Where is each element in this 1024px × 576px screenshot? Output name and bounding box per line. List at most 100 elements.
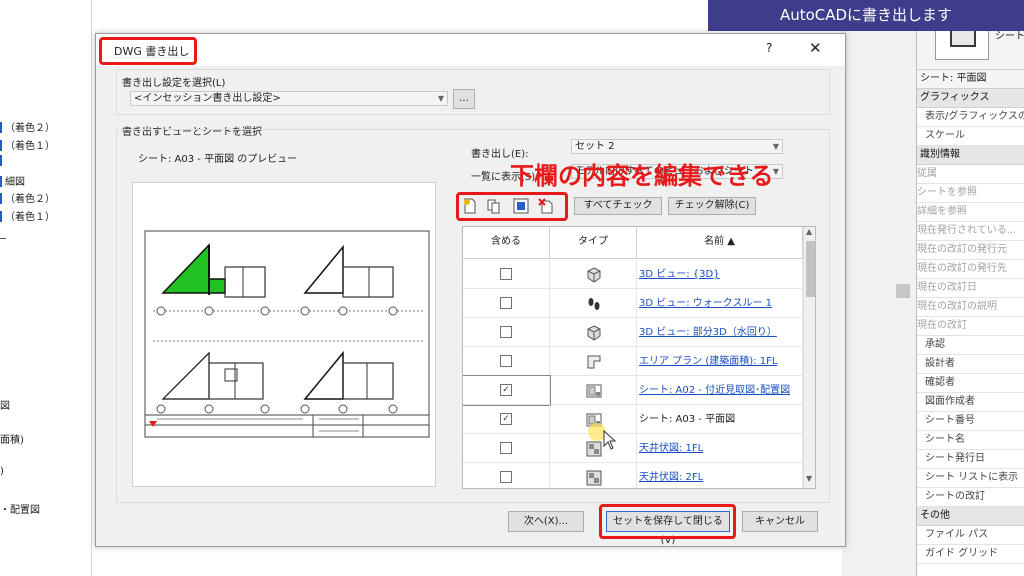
tree-connector <box>0 238 6 239</box>
column-type[interactable]: タイプ <box>550 227 637 259</box>
browser-item[interactable]: 図 <box>0 397 10 412</box>
property-row[interactable]: シート発行日 <box>917 450 1024 469</box>
column-name[interactable]: 名前 ▲ <box>637 227 803 259</box>
checkbox[interactable] <box>500 471 512 483</box>
property-row[interactable]: 詳細を参照 <box>917 203 1024 222</box>
include-cell <box>463 289 550 318</box>
view-name-cell[interactable]: 3D ビュー: ウォークスルー 1 <box>637 289 803 318</box>
property-group-header[interactable]: グラフィックス <box>917 89 1024 108</box>
browser-item[interactable]: 面積) <box>0 431 24 446</box>
property-row[interactable]: 現在の改訂の発行先 <box>917 260 1024 279</box>
property-group-header[interactable]: 識別情報 <box>917 146 1024 165</box>
checkbox[interactable] <box>500 297 512 309</box>
browser-item[interactable]: ・配置図 <box>0 501 40 516</box>
browser-item-label: 細図 <box>5 177 25 188</box>
browser-item-label: ) <box>0 466 4 477</box>
properties-panel: シート シート: 平面図 グラフィックス表示/グラフィックスの...スケール識別… <box>916 0 1024 576</box>
check-all-button[interactable]: すべてチェック <box>574 197 662 215</box>
table-row[interactable]: ✓ シート: A03 - 平面図 <box>463 405 803 434</box>
property-row[interactable]: 現在の改訂日 <box>917 279 1024 298</box>
property-row[interactable]: 現在の改訂 <box>917 317 1024 336</box>
property-row[interactable]: シート リストに表示 <box>917 469 1024 488</box>
checkbox[interactable] <box>500 326 512 338</box>
property-row[interactable]: 承認 <box>917 336 1024 355</box>
next-button[interactable]: 次へ(X)... <box>508 511 584 532</box>
canvas-scroll-thumb[interactable] <box>896 284 910 298</box>
view-name-cell[interactable]: 天井伏図: 2FL <box>637 463 803 488</box>
cancel-button[interactable]: キャンセル <box>742 511 818 532</box>
property-group-header[interactable]: その他 <box>917 507 1024 526</box>
scroll-thumb[interactable] <box>806 241 815 297</box>
browser-item[interactable]: ) <box>0 466 4 477</box>
sheet-icon <box>586 383 602 399</box>
area-plan-icon <box>586 354 602 370</box>
property-row[interactable]: シート番号 <box>917 412 1024 431</box>
chevron-up-icon[interactable]: ▲ <box>806 227 812 236</box>
table-row[interactable]: ✓ シート: A02 - 付近見取図･配置図 <box>463 375 803 406</box>
include-cell: ✓ <box>463 375 551 406</box>
close-button[interactable]: ✕ <box>809 39 822 57</box>
checkbox[interactable] <box>500 355 512 367</box>
type-cell <box>550 376 637 405</box>
sheet-marker-icon <box>0 155 2 166</box>
include-cell <box>463 434 550 463</box>
property-row[interactable]: 現在発行されている... <box>917 222 1024 241</box>
property-row[interactable]: 表示/グラフィックスの... <box>917 108 1024 127</box>
property-row[interactable]: 図面作成者 <box>917 393 1024 412</box>
table-scrollbar[interactable]: ▲ ▼ <box>803 227 815 488</box>
browser-item-label: （着色１） <box>5 212 55 223</box>
table-header: 含める タイプ 名前 ▲ <box>463 227 803 259</box>
check-none-button[interactable]: チェック解除(C) <box>668 197 756 215</box>
property-row[interactable]: スケール <box>917 127 1024 146</box>
type-cell <box>550 318 637 347</box>
caption-banner: AutoCADに書き出します <box>708 0 1024 31</box>
view-name-cell[interactable]: 3D ビュー: {3D} <box>637 260 803 289</box>
table-row[interactable]: 3D ビュー: {3D} <box>463 260 803 289</box>
browser-item[interactable]: 細図 <box>0 173 25 188</box>
property-row[interactable]: シートの改訂 <box>917 488 1024 507</box>
chevron-down-icon: ▼ <box>772 142 779 151</box>
include-cell <box>463 347 550 376</box>
preview-label: シート: A03 - 平面図 のプレビュー <box>138 154 298 165</box>
view-name-cell[interactable]: 3D ビュー: 部分3D（水回り） <box>637 318 803 347</box>
view-name-cell[interactable]: 天井伏図: 1FL <box>637 434 803 463</box>
browser-item[interactable]: （着色１） <box>0 137 55 152</box>
property-row[interactable]: シート名 <box>917 431 1024 450</box>
table-row[interactable]: エリア プラン (建築面積): 1FL <box>463 347 803 376</box>
property-row[interactable]: 設計者 <box>917 355 1024 374</box>
sheet-marker-icon <box>0 193 2 204</box>
checkbox-checked[interactable]: ✓ <box>500 413 512 425</box>
chevron-down-icon[interactable]: ▼ <box>806 474 812 483</box>
property-row[interactable]: 現在の改訂の発行元 <box>917 241 1024 260</box>
view-name-cell: シート: A03 - 平面図 <box>637 405 803 434</box>
property-row[interactable]: ガイド グリッド <box>917 545 1024 564</box>
table-row[interactable]: 天井伏図: 2FL <box>463 463 803 488</box>
checkbox-checked[interactable]: ✓ <box>500 384 512 396</box>
property-row[interactable]: ファイル パス <box>917 526 1024 545</box>
browser-item[interactable] <box>0 155 5 167</box>
property-row[interactable]: 確認者 <box>917 374 1024 393</box>
table-row[interactable]: 3D ビュー: 部分3D（水回り） <box>463 318 803 347</box>
views-table: 含める タイプ 名前 ▲ 3D ビュー: {3D} 3D ビュー: ウォークスルー… <box>462 226 816 489</box>
browser-item[interactable]: （着色１） <box>0 208 55 223</box>
checkbox[interactable] <box>500 442 512 454</box>
column-include[interactable]: 含める <box>463 227 550 259</box>
table-row[interactable]: 天井伏図: 1FL <box>463 434 803 463</box>
table-row[interactable]: 3D ビュー: ウォークスルー 1 <box>463 289 803 318</box>
3d-view-icon <box>586 325 602 341</box>
property-row[interactable]: 現在の改訂の説明 <box>917 298 1024 317</box>
browser-item[interactable]: （着色２） <box>0 119 55 134</box>
property-row[interactable]: シートを参照 <box>917 184 1024 203</box>
view-name-cell[interactable]: エリア プラン (建築面積): 1FL <box>637 347 803 376</box>
export-set-select[interactable]: セット 2 ▼ <box>571 139 783 154</box>
view-name-cell[interactable]: シート: A02 - 付近見取図･配置図 <box>637 376 803 405</box>
walkthrough-icon <box>586 296 602 312</box>
checkbox[interactable] <box>500 268 512 280</box>
instance-selector[interactable]: シート: 平面図 <box>917 70 1024 89</box>
property-row[interactable]: 従属 <box>917 165 1024 184</box>
title-highlight-box <box>99 37 197 65</box>
type-cell <box>550 289 637 318</box>
include-cell: ✓ <box>463 405 550 434</box>
help-button[interactable]: ? <box>766 41 772 55</box>
browser-item[interactable]: （着色２） <box>0 190 55 205</box>
